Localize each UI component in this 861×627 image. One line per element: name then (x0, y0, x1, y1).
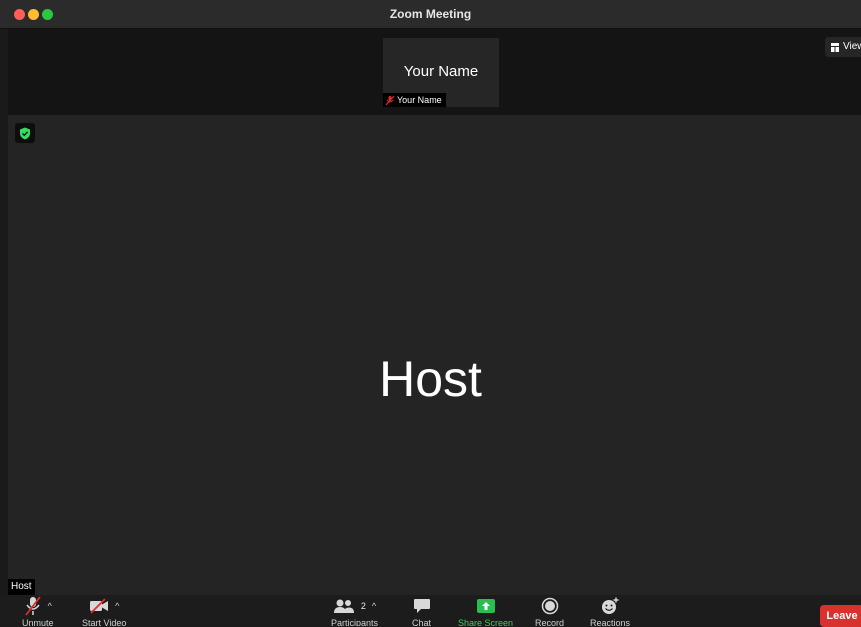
view-button[interactable]: View (825, 37, 861, 57)
shield-check-icon (20, 127, 30, 139)
share-screen-button[interactable]: Share Screen (458, 595, 513, 626)
people-icon (333, 599, 354, 613)
participants-button[interactable]: 2 ^ Participants (331, 595, 378, 626)
leave-button[interactable]: Leave (820, 605, 861, 627)
video-options-caret[interactable]: ^ (115, 601, 119, 611)
view-button-label: View (843, 41, 861, 52)
thumbnail-display-name: Your Name (403, 63, 479, 80)
start-video-label: Start Video (82, 618, 127, 626)
share-arrow-icon (476, 599, 495, 613)
chat-bubble-icon (413, 599, 430, 613)
emoji-add-icon (602, 597, 619, 614)
active-speaker-name: Host (379, 351, 482, 407)
grid-view-icon (831, 42, 839, 52)
meeting-toolbar: ^ Unmute ^ Start Video 2 ^ Participants (0, 595, 861, 626)
thumbnail-name-label: Your Name (383, 93, 446, 107)
record-label: Record (535, 618, 565, 626)
video-off-icon (90, 598, 109, 614)
active-speaker-name-tag: Host (8, 579, 35, 595)
title-bar: Zoom Meeting (0, 0, 861, 29)
start-video-button[interactable]: ^ Start Video (82, 595, 126, 626)
unmute-button[interactable]: ^ Unmute (22, 595, 54, 626)
reactions-label: Reactions (590, 618, 631, 626)
participants-options-caret[interactable]: ^ (372, 601, 376, 611)
mic-muted-icon (385, 95, 395, 105)
chat-button[interactable]: Chat (412, 595, 431, 626)
record-button[interactable]: Record (535, 595, 564, 626)
participants-label: Participants (331, 618, 379, 626)
share-screen-label: Share Screen (458, 618, 514, 626)
record-icon (541, 597, 558, 615)
audio-options-caret[interactable]: ^ (48, 601, 52, 611)
reactions-button[interactable]: Reactions (590, 595, 630, 626)
window-title: Zoom Meeting (389, 7, 472, 21)
self-video-thumbnail[interactable]: Your Name Your Name (383, 38, 499, 107)
participant-count: 2 (360, 601, 366, 611)
thumbnail-label-text: Your Name (397, 95, 442, 105)
chat-label: Chat (412, 618, 432, 626)
mic-muted-icon (24, 596, 41, 616)
unmute-label: Unmute (22, 618, 54, 626)
security-shield-button[interactable] (15, 123, 35, 143)
